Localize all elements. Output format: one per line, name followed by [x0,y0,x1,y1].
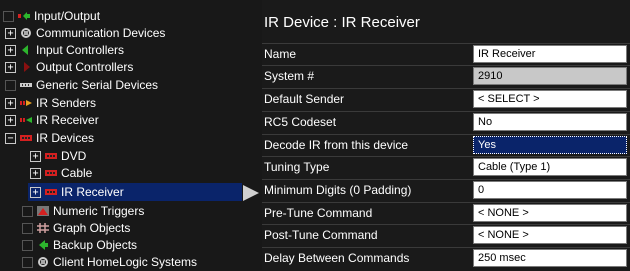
property-row-minimum-digits: Minimum Digits (0 Padding) 0 [262,179,630,200]
communication-devices-icon [19,27,33,39]
tree-item-ir-senders[interactable]: + IR Senders [5,94,96,112]
backup-objects-icon [36,239,50,251]
delay-between-commands-select[interactable]: 250 msec [473,249,627,267]
selection-arrow-icon [243,185,259,201]
tree-item-input-controllers[interactable]: + Input Controllers [5,41,124,59]
panel-title: IR Device : IR Receiver [264,14,420,31]
tree-expander[interactable] [22,256,33,268]
property-label: Tuning Type [264,160,330,174]
property-row-default-sender: Default Sender < SELECT > [262,88,630,109]
tree-item-label: Cable [61,166,93,180]
expand-icon[interactable]: + [30,150,41,162]
tree-expander[interactable] [5,79,16,91]
tree-item-label: Output Controllers [36,60,134,74]
tree-item-label: IR Receiver [36,113,99,127]
system-number-field: 2910 [473,67,627,85]
client-systems-icon [36,256,50,268]
tree-item-numeric-triggers[interactable]: Numeric Triggers [22,202,144,220]
property-label: Default Sender [264,92,345,106]
expand-icon[interactable]: + [30,186,41,198]
ir-devices-icon [19,132,33,144]
tree-item-client-homelogic-systems[interactable]: Client HomeLogic Systems [22,253,197,271]
tree-expander[interactable] [3,10,14,22]
tree-item-output-controllers[interactable]: + Output Controllers [5,58,133,76]
tree-item-generic-serial-devices[interactable]: Generic Serial Devices [5,76,158,94]
input-output-icon [17,10,31,22]
tree-item-backup-objects[interactable]: Backup Objects [22,236,137,254]
pre-tune-command-select[interactable]: < NONE > [473,204,627,222]
rc5-codeset-select[interactable]: No [473,113,627,131]
collapse-icon[interactable]: − [5,132,16,144]
tree-item-input-output[interactable]: Input/Output [3,7,100,25]
expand-icon[interactable]: + [5,114,16,126]
tree-item-label: Graph Objects [53,221,131,235]
property-label: Decode IR from this device [264,138,409,152]
property-label: RC5 Codeset [264,115,337,129]
expand-icon[interactable]: + [30,167,41,179]
property-label: Post-Tune Command [264,228,378,242]
name-field[interactable]: IR Receiver [473,45,627,63]
tree-item-label: Generic Serial Devices [36,78,159,92]
property-row-post-tune-command: Post-Tune Command < NONE > [262,224,630,245]
property-row-delay-between-commands: Delay Between Commands 250 msec [262,247,630,268]
ir-device-icon [44,186,58,198]
tree-expander[interactable] [22,239,33,251]
property-row-rc5-codeset: RC5 Codeset No [262,111,630,132]
ir-device-icon [44,150,58,162]
serial-device-icon [19,79,33,91]
property-row-system-number: System # 2910 [262,65,630,86]
tuning-type-select[interactable]: Cable (Type 1) [473,158,627,176]
post-tune-command-select[interactable]: < NONE > [473,226,627,244]
expand-icon[interactable]: + [5,97,16,109]
graph-objects-icon [36,222,50,234]
property-label: Pre-Tune Command [264,206,373,220]
ir-receiver-icon [19,114,33,126]
tree-item-label: IR Devices [36,131,95,145]
input-controllers-icon [19,44,33,56]
properties-panel: IR Device : IR Receiver Name IR Receiver… [262,0,630,270]
numeric-triggers-icon [36,205,50,217]
tree-item-cable[interactable]: + Cable [30,164,92,182]
output-controllers-icon [19,61,33,73]
tree-item-label: Input/Output [34,9,101,23]
expand-icon[interactable]: + [5,44,16,56]
tree-item-ir-receiver-device[interactable]: + IR Receiver [28,183,242,201]
ir-senders-icon [19,97,33,109]
expand-icon[interactable]: + [5,61,16,73]
tree-expander[interactable] [22,205,33,217]
tree-item-label: Client HomeLogic Systems [53,255,198,269]
property-row-name: Name IR Receiver [262,43,630,64]
tree-item-label: Numeric Triggers [53,204,145,218]
tree-expander[interactable] [22,222,33,234]
decode-ir-select[interactable]: Yes [473,136,627,154]
property-label: Delay Between Commands [264,251,410,265]
tree-item-label: Communication Devices [36,26,166,40]
tree-item-label: DVD [61,149,87,163]
minimum-digits-field[interactable]: 0 [473,181,627,199]
tree-item-dvd[interactable]: + DVD [30,147,86,165]
tree-item-label: Input Controllers [36,43,125,57]
default-sender-select[interactable]: < SELECT > [473,90,627,108]
tree-item-communication-devices[interactable]: + Communication Devices [5,24,165,42]
property-row-tuning-type: Tuning Type Cable (Type 1) [262,156,630,177]
expand-icon[interactable]: + [5,27,16,39]
property-label: Minimum Digits (0 Padding) [264,183,412,197]
tree-item-label: IR Senders [36,96,97,110]
property-label: System # [264,69,315,83]
tree-item-ir-receiver[interactable]: + IR Receiver [5,111,99,129]
tree-item-graph-objects[interactable]: Graph Objects [22,219,130,237]
ir-device-icon [44,167,58,179]
device-tree[interactable]: Input/Output + Communication Devices + I… [0,0,262,270]
property-label: Name [264,47,297,61]
tree-item-label: IR Receiver [61,185,124,199]
property-row-decode-ir: Decode IR from this device Yes [262,134,630,155]
tree-item-label: Backup Objects [53,238,138,252]
tree-item-ir-devices[interactable]: − IR Devices [5,129,94,147]
property-row-pre-tune-command: Pre-Tune Command < NONE > [262,202,630,223]
